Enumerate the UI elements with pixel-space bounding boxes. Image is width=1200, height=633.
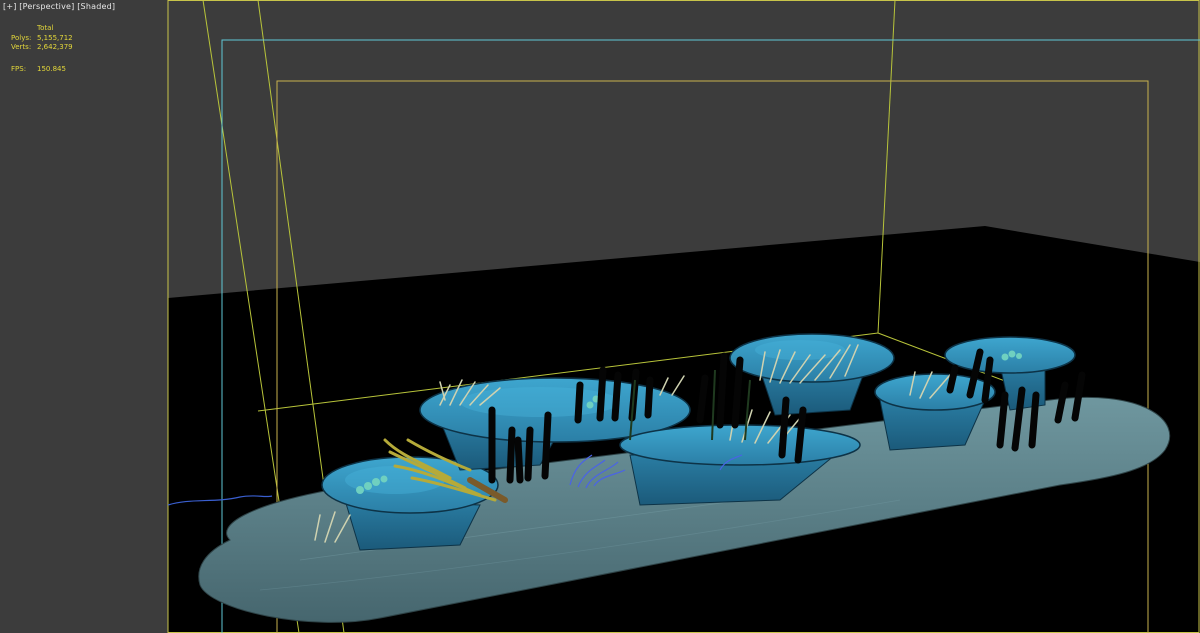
- fps-label: FPS:: [11, 64, 27, 73]
- viewport-view-menu[interactable]: [Perspective]: [19, 2, 74, 11]
- stats-header-row: Total: [11, 24, 73, 34]
- polys-label: Polys:: [11, 33, 32, 42]
- scene-render[interactable]: [0, 0, 1200, 633]
- polys-value: 5,155,712: [37, 33, 73, 42]
- stats-verts-row: Verts: 2,642,379: [11, 43, 73, 53]
- viewport-statistics: Total Polys: 5,155,712 Verts: 2,642,379 …: [11, 24, 73, 74]
- fps-value: 150.845: [37, 64, 66, 73]
- viewport-shading-menu[interactable]: [Shaded]: [77, 2, 115, 11]
- perspective-viewport[interactable]: [+] [Perspective] [Shaded] Total Polys: …: [0, 0, 1200, 633]
- stats-polys-row: Polys: 5,155,712: [11, 34, 73, 44]
- viewport-label[interactable]: [+] [Perspective] [Shaded]: [3, 2, 115, 11]
- verts-value: 2,642,379: [37, 43, 73, 51]
- stats-header: Total: [37, 24, 54, 32]
- viewport-menu-button[interactable]: [+]: [3, 2, 17, 11]
- stats-fps-row: FPS: 150.845: [11, 65, 73, 75]
- verts-label: Verts:: [11, 43, 32, 51]
